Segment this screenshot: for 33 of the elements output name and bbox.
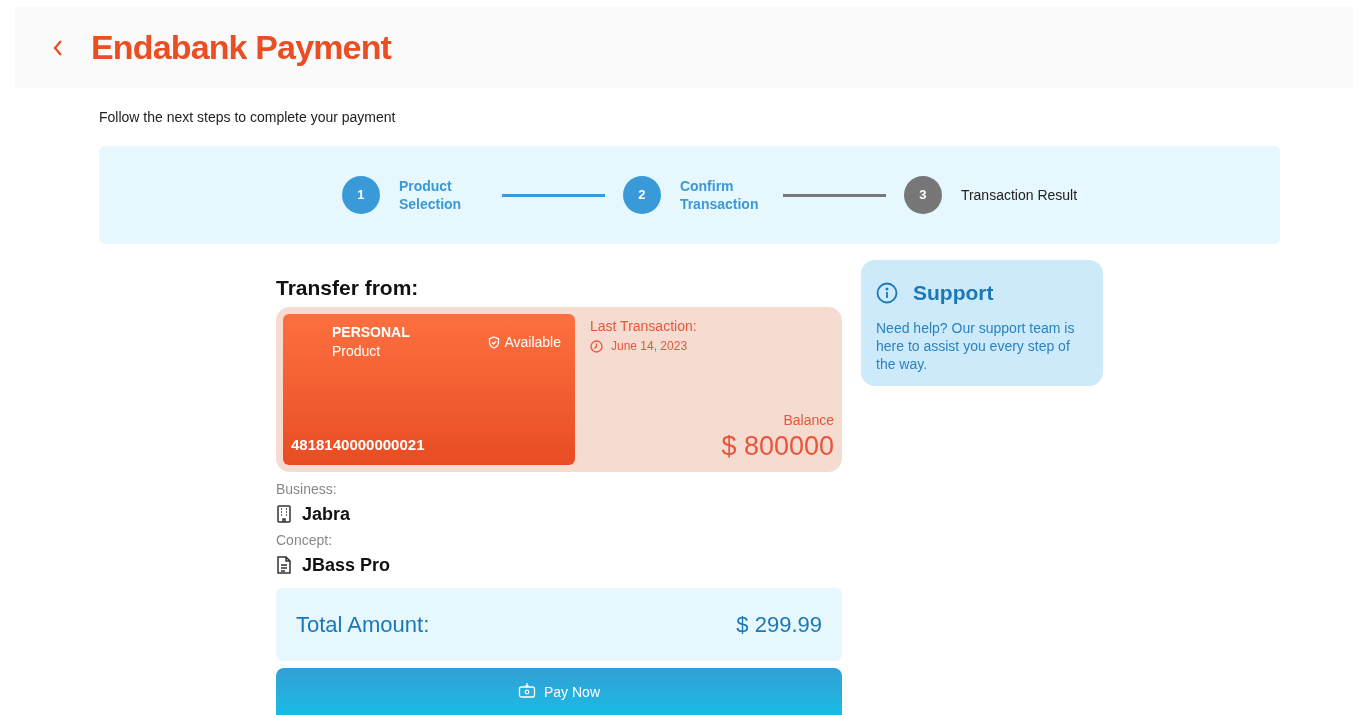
page-title: Endabank Payment [91, 27, 392, 68]
balance-amount: $ 800000 [721, 431, 834, 461]
account-card[interactable]: PERSONAL Product Available 4818140000000021 [283, 314, 575, 465]
intro-text: Follow the next steps to complete your payment [99, 108, 397, 127]
step-label: Transaction Result [960, 186, 1078, 204]
step-number: 3 [903, 176, 942, 214]
detail-value: Jabra [302, 503, 351, 526]
total-amount: $ 299.99 [736, 611, 822, 639]
card-number: 4818140000000021 [291, 434, 425, 455]
shield-icon [488, 336, 501, 349]
last-transaction-label: Last Transaction: [590, 317, 698, 336]
transfer-heading: Transfer from: [276, 275, 420, 301]
card-status: Available [504, 333, 561, 352]
support-title: Support [913, 280, 994, 306]
step-label: Confirm Transaction [679, 177, 760, 213]
detail-label: Business: [276, 480, 338, 498]
balance-label: Balance [783, 411, 834, 430]
step-number: 1 [341, 176, 380, 214]
step-label: Product Selection [398, 177, 463, 213]
support-text: Need help? Our support team is here to assist you every step of the way. [876, 318, 1076, 373]
money-box-icon [518, 682, 536, 698]
clock-icon [590, 339, 603, 353]
card-type: PERSONAL [332, 323, 410, 342]
card-subtitle: Product [332, 342, 381, 361]
total-label: Total Amount: [296, 611, 430, 639]
last-transaction-date: June 14, 2023 [611, 338, 688, 355]
pay-now-button[interactable]: Pay Now [276, 668, 842, 715]
step-number: 2 [622, 176, 661, 214]
info-icon [876, 281, 898, 304]
detail-label: Concept: [276, 531, 334, 549]
document-icon [276, 556, 292, 574]
detail-value: JBass Pro [302, 554, 391, 577]
building-icon [276, 505, 292, 523]
